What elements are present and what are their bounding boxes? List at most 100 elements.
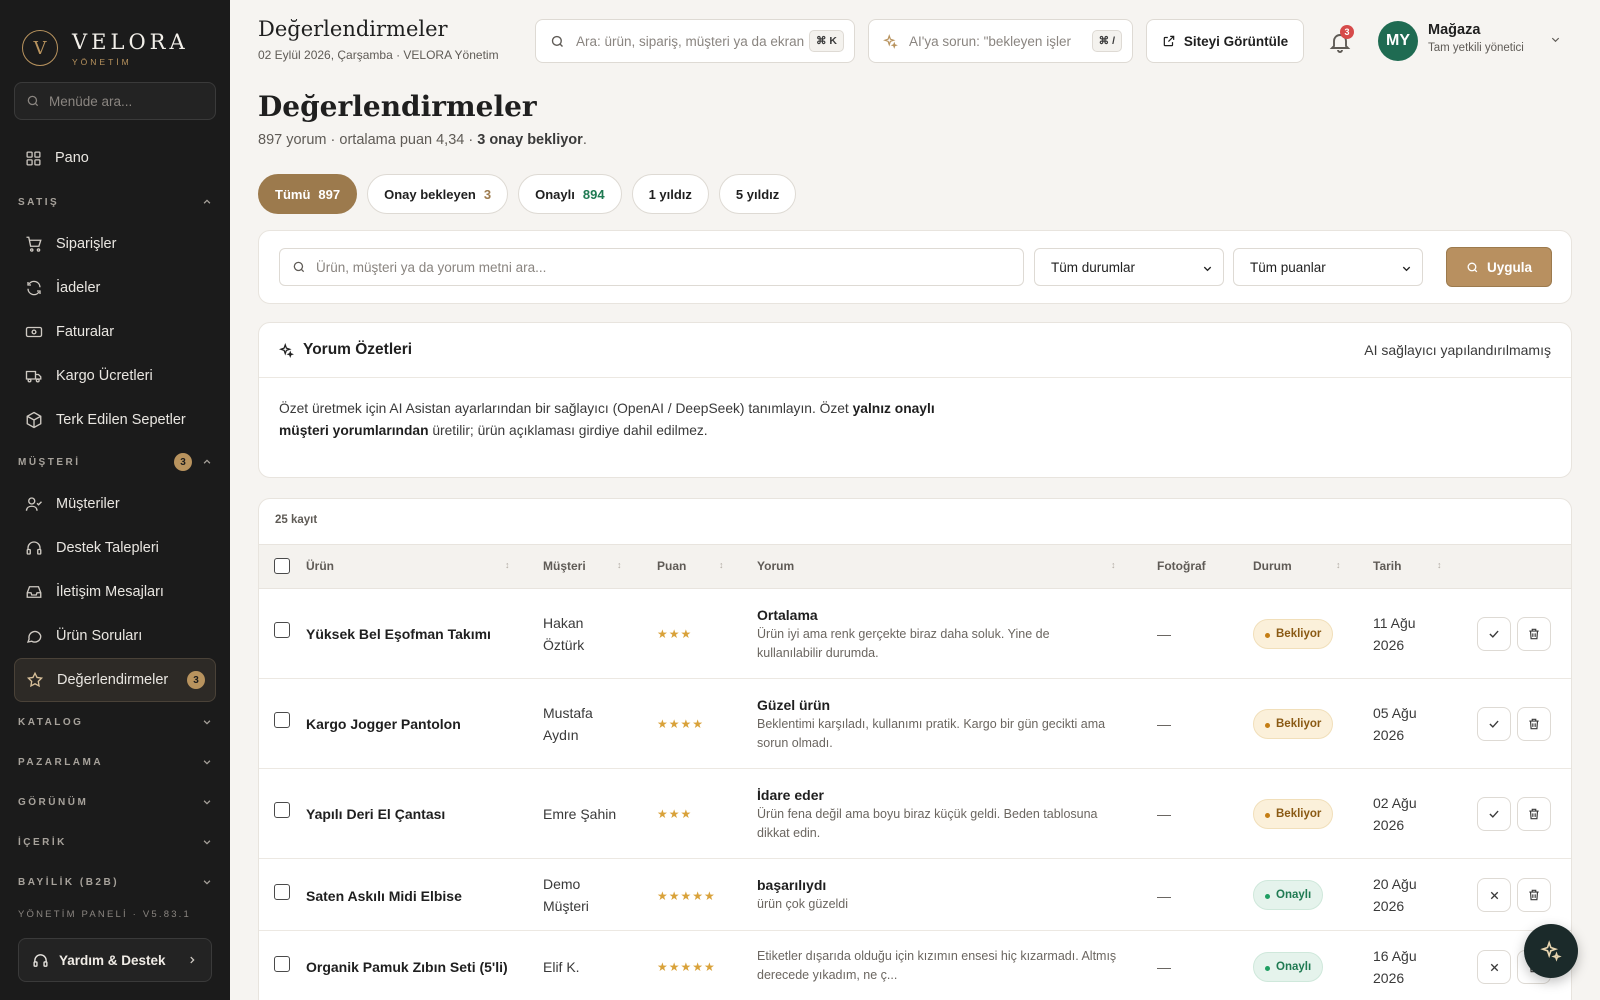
cart-icon bbox=[26, 236, 42, 252]
status-badge: Onaylı bbox=[1253, 880, 1324, 910]
sidebar-item-returns[interactable]: İadeler bbox=[14, 266, 216, 310]
external-link-icon bbox=[1163, 35, 1175, 47]
column-date[interactable]: Tarih bbox=[1373, 559, 1401, 573]
section-appearance[interactable]: GÖRÜNÜM bbox=[14, 782, 216, 822]
sidebar-item-dashboard[interactable]: Pano bbox=[14, 136, 216, 180]
date-day: 11 Ağu bbox=[1373, 615, 1416, 631]
sidebar-item-customers[interactable]: Müşteriler bbox=[14, 482, 216, 526]
sidebar-item-abandoned-carts[interactable]: Terk Edilen Sepetler bbox=[14, 398, 216, 442]
customer-first: Demo bbox=[543, 876, 581, 892]
tab-all[interactable]: Tümü 897 bbox=[258, 174, 358, 214]
page-summary-pending: 3 onay bekliyor bbox=[477, 132, 583, 148]
tab-count: 3 bbox=[483, 186, 492, 202]
help-button[interactable]: Yardım & Destek bbox=[18, 938, 212, 982]
page-summary-suffix: . bbox=[582, 132, 587, 148]
sort-icon[interactable]: ↕ bbox=[1111, 560, 1116, 570]
sidebar-item-questions[interactable]: Ürün Soruları bbox=[14, 614, 216, 658]
tab-pending[interactable]: Onay bekleyen 3 bbox=[367, 174, 509, 214]
sort-icon[interactable]: ↕ bbox=[1437, 560, 1442, 570]
delete-button[interactable] bbox=[1517, 878, 1551, 912]
row-checkbox[interactable] bbox=[274, 956, 290, 972]
view-site-button[interactable]: Siteyi Görüntüle bbox=[1146, 19, 1304, 63]
brand-logo[interactable]: V VELORA YÖNETİM bbox=[0, 0, 230, 72]
section-sales[interactable]: SATIŞ bbox=[14, 182, 216, 222]
delete-button[interactable] bbox=[1517, 797, 1551, 831]
section-content[interactable]: İÇERİK bbox=[14, 822, 216, 862]
rating-stars: ★★★★★ bbox=[657, 960, 716, 974]
ai-ask-input[interactable]: AI'ya sorun: "bekleyen işler ⌘ / bbox=[868, 19, 1133, 63]
date-day: 02 Ağu bbox=[1373, 795, 1417, 811]
customer-name: Elif K. bbox=[543, 959, 580, 975]
product-name[interactable]: Kargo Jogger Pantolon bbox=[306, 713, 461, 735]
product-name[interactable]: Yapılı Deri El Çantası bbox=[306, 803, 445, 825]
sort-icon[interactable]: ↕ bbox=[617, 560, 622, 570]
sort-icon[interactable]: ↕ bbox=[1336, 560, 1341, 570]
ai-ask-placeholder: AI'ya sorun: "bekleyen işler bbox=[909, 33, 1071, 49]
row-checkbox[interactable] bbox=[274, 884, 290, 900]
product-name[interactable]: Saten Askılı Midi Elbise bbox=[306, 885, 462, 907]
product-name[interactable]: Yüksek Bel Eşofman Takımı bbox=[306, 623, 491, 645]
sidebar-item-support[interactable]: Destek Talepleri bbox=[14, 526, 216, 570]
customer-name: Mustafa Aydın bbox=[543, 702, 593, 746]
section-marketing[interactable]: PAZARLAMA bbox=[14, 742, 216, 782]
close-icon bbox=[1490, 891, 1498, 899]
tab-label: Onaylı bbox=[535, 186, 575, 202]
logo-mark: V bbox=[22, 30, 58, 66]
sort-icon[interactable]: ↕ bbox=[505, 560, 510, 570]
section-customers[interactable]: MÜŞTERİ 3 bbox=[14, 442, 216, 482]
apply-button[interactable]: Uygula bbox=[1446, 247, 1552, 287]
section-catalog[interactable]: KATALOG bbox=[14, 702, 216, 742]
avatar[interactable]: MY bbox=[1378, 21, 1418, 61]
chevron-down-icon[interactable] bbox=[1550, 34, 1561, 45]
chevron-up-icon bbox=[203, 199, 211, 204]
tab-5-star[interactable]: 5 yıldız bbox=[718, 174, 797, 214]
tab-label: Tümü bbox=[275, 186, 311, 202]
column-customer[interactable]: Müşteri bbox=[543, 559, 586, 573]
column-rating[interactable]: Puan bbox=[657, 559, 686, 573]
inbox-icon bbox=[26, 586, 42, 598]
section-b2b[interactable]: BAYİLİK (B2B) bbox=[14, 862, 216, 902]
row-checkbox[interactable] bbox=[274, 712, 290, 728]
user-name[interactable]: Mağaza bbox=[1428, 22, 1480, 38]
ai-assistant-button[interactable] bbox=[1524, 924, 1578, 978]
sparkle-icon bbox=[883, 33, 898, 49]
global-search-placeholder: Ara: ürün, sipariş, müşteri ya da ekran bbox=[576, 33, 805, 49]
column-status[interactable]: Durum bbox=[1253, 559, 1292, 573]
delete-button[interactable] bbox=[1517, 617, 1551, 651]
delete-button[interactable] bbox=[1517, 707, 1551, 741]
truck-icon bbox=[25, 370, 42, 383]
reviews-badge: 3 bbox=[187, 671, 205, 689]
reject-button[interactable] bbox=[1477, 878, 1511, 912]
row-checkbox[interactable] bbox=[274, 622, 290, 638]
global-search-input[interactable]: Ara: ürün, sipariş, müşteri ya da ekran … bbox=[535, 19, 855, 63]
tab-1-star[interactable]: 1 yıldız bbox=[631, 174, 709, 214]
approve-button[interactable] bbox=[1477, 617, 1511, 651]
review-search-input[interactable] bbox=[316, 259, 996, 275]
chat-bubble-icon bbox=[26, 630, 42, 643]
row-checkbox[interactable] bbox=[274, 802, 290, 818]
menu-search-input[interactable]: Menüde ara... bbox=[14, 82, 216, 120]
sidebar-item-messages[interactable]: İletişim Mesajları bbox=[14, 570, 216, 614]
sort-icon[interactable]: ↕ bbox=[719, 560, 724, 570]
section-title: PAZARLAMA bbox=[18, 756, 104, 768]
status-select-value: Tüm durumlar bbox=[1051, 259, 1136, 275]
rating-select[interactable]: Tüm puanlar bbox=[1233, 248, 1423, 286]
rating-stars: ★★★★ bbox=[657, 717, 705, 731]
status-select[interactable]: Tüm durumlar bbox=[1034, 248, 1224, 286]
approve-button[interactable] bbox=[1477, 707, 1511, 741]
product-name[interactable]: Organik Pamuk Zıbın Seti (5'li) bbox=[306, 956, 508, 978]
trash-icon bbox=[1529, 628, 1539, 640]
column-review[interactable]: Yorum bbox=[757, 559, 794, 573]
sidebar-item-orders[interactable]: Siparişler bbox=[14, 222, 216, 266]
column-product[interactable]: Ürün bbox=[306, 559, 334, 573]
review-content: Güzel ürün Beklentimi karşıladı, kullanım… bbox=[757, 695, 1117, 753]
reject-button[interactable] bbox=[1477, 950, 1511, 984]
sidebar-item-shipping[interactable]: Kargo Ücretleri bbox=[14, 354, 216, 398]
sidebar-item-reviews[interactable]: Değerlendirmeler 3 bbox=[14, 658, 216, 702]
approve-button[interactable] bbox=[1477, 797, 1511, 831]
sidebar-item-invoices[interactable]: Faturalar bbox=[14, 310, 216, 354]
tab-approved[interactable]: Onaylı 894 bbox=[518, 174, 622, 214]
table-row: Saten Askılı Midi Elbise Demo Müşteri ★★★… bbox=[259, 859, 1571, 931]
box-icon bbox=[26, 411, 42, 429]
select-all-checkbox[interactable] bbox=[274, 558, 290, 574]
